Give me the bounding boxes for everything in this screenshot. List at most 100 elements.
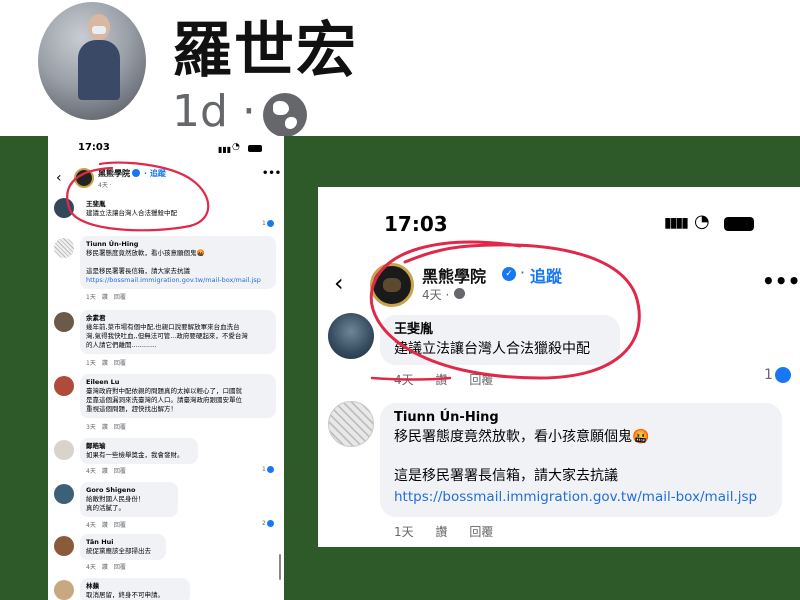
verified-icon: ✓ [502,267,516,281]
commenter-avatar[interactable] [328,401,374,447]
comment-link[interactable]: https://bossmail.immigration.gov.tw/mail… [394,487,768,508]
reaction-number: 1 [764,367,773,383]
comment-text: 是靠這個漏洞來洗臺灣的人口。請臺灣政府跟國安單位 [86,396,242,404]
wifi-icon: ◔ [232,142,240,152]
comment-meta[interactable]: 3天 讚 回覆 [86,422,126,431]
page-time: 4天 · [98,182,112,189]
follow-link[interactable]: 追蹤 [530,263,562,287]
like-icon [266,520,274,527]
commenter-name[interactable]: 王斐胤 [86,200,194,209]
commenter-avatar[interactable] [54,198,74,218]
wifi-icon: ◔ [694,211,710,232]
post-nav: ‹ 黑熊學院 · 追蹤 4天 · ••• [48,166,284,192]
avatar-figure-mask [92,26,106,34]
commenter-name[interactable]: 鄭皓瑜 [86,442,192,451]
status-time: 17:03 [384,212,448,236]
like-button[interactable]: 讚 [435,525,447,539]
commenter-name[interactable]: 王斐胤 [394,321,606,339]
more-icon[interactable]: ••• [762,269,800,293]
comment-age: 4天 [394,373,414,387]
page-name[interactable]: 黑熊學院 [98,168,130,179]
page-name[interactable]: 黑熊學院 [422,263,486,287]
post-time[interactable]: 1d · [172,86,256,137]
comment-text: 這是移民署署長信箱，請大家去抗議 [86,267,190,275]
post-header: 羅世宏 1d · [0,0,800,137]
status-time: 17:03 [78,142,110,153]
comment-text: 取消居留，終身不可申請。 [86,591,164,599]
commenter-name[interactable]: Goro Shigeno [86,486,172,495]
comment-text: 建議立法讓台灣人合法獵殺中配 [86,209,177,217]
reaction-number: 1 [262,220,266,227]
like-icon [774,367,791,383]
comment-text: 灣,氣得我快吐血,,但無法可管...政府要硬起來，不愛台灣 [86,332,248,340]
comment-text: 這是移民署署長信箱，請大家去抗議 [394,468,618,484]
signal-icon: ▮▮▮▮ [664,215,689,231]
page-avatar[interactable] [74,168,94,188]
author-name[interactable]: 羅世宏 [172,2,358,89]
commenter-avatar[interactable] [54,312,74,332]
comment-bubble: Goro Shigeno 給敵對國人民身份！ 真的活膩了。 [80,482,178,517]
commenter-avatar[interactable] [54,484,74,504]
reaction-count[interactable]: 1 [262,220,274,227]
page-avatar[interactable] [370,263,414,307]
commenter-avatar[interactable] [54,238,74,258]
commenter-name[interactable]: Tiunn Ún-Hing [394,409,768,427]
comment-link[interactable]: https://bossmail.immigration.gov.tw/mail… [86,276,270,285]
comment-text: 臺灣政府對中配依親的問題真的太掉以輕心了，口國就 [86,387,242,395]
avatar-figure-body [78,40,120,100]
comment-meta[interactable]: 4天 讚 回覆 [86,466,126,475]
verified-icon [132,169,140,177]
reply-button[interactable]: 回覆 [469,373,493,387]
comment-text: 移民署態度竟然放軟，看小孩意願個鬼🤬 [394,429,650,445]
comment-bubble: 林蘋 取消居留，終身不可申請。 [80,578,190,600]
comment-meta[interactable]: 4天 讚 回覆 [86,520,126,529]
reply-button[interactable]: 回覆 [469,525,493,539]
like-icon [266,466,274,473]
comment-meta[interactable]: 1天 讚 回覆 [86,292,126,301]
back-icon[interactable]: ‹ [56,170,62,186]
page-time: 4天 · [422,288,450,302]
commenter-name[interactable]: 余素君 [86,314,270,323]
comment-bubble: 鄭皓瑜 如果有一些檢舉獎金，我會發財。 [80,438,198,464]
status-bar: 17:03 ▮▮▮ ◔ [48,142,284,156]
reaction-count[interactable]: 1 [764,367,791,383]
left-screenshot: 17:03 ▮▮▮ ◔ ‹ 黑熊學院 · 追蹤 4天 · ••• 王斐胤 建議立… [48,136,284,600]
comment-bubble: 王斐胤 建議立法讓台灣人合法獵殺中配 [80,196,200,222]
reaction-count[interactable]: 1 [262,466,274,473]
globe-icon [263,93,307,137]
scrollbar[interactable] [279,554,281,580]
commenter-avatar[interactable] [54,536,74,556]
commenter-avatar[interactable] [54,440,74,460]
comment-meta[interactable]: 4天 讚 回覆 [86,562,126,571]
like-icon [266,220,274,227]
globe-icon [454,288,465,299]
comment-meta: 4天 讚 回覆 [394,371,511,388]
separator: · [520,263,526,282]
author-avatar[interactable] [38,2,146,120]
right-screenshot: 17:03 ▮▮▮▮ ◔ ‹ 黑熊學院 ✓ · 追蹤 4天 · ••• 王斐胤 … [318,187,800,547]
more-icon[interactable]: ••• [262,168,281,179]
reaction-count[interactable]: 2 [262,520,274,527]
comment-text: 如果有一些檢舉獎金，我會發財。 [86,451,184,459]
commenter-avatar[interactable] [54,376,74,396]
signal-icon: ▮▮▮ [218,145,232,154]
back-icon[interactable]: ‹ [334,269,344,297]
commenter-avatar[interactable] [328,313,374,359]
follow-link[interactable]: · 追蹤 [144,168,166,179]
commenter-name[interactable]: Tân Hui [86,538,160,547]
comment-bubble: Tiunn Ún-Hing 移民署態度竟然放軟，看小孩意願個鬼🤬 這是移民署署長… [380,403,782,517]
comment-bubble: Eileen Lu 臺灣政府對中配依親的問題真的太掉以輕心了，口國就 是靠這個漏… [80,374,276,418]
reaction-number: 2 [262,520,266,527]
battery-icon [248,145,262,152]
commenter-avatar[interactable] [54,580,74,600]
comment-text: 真的活膩了。 [86,504,125,512]
commenter-name[interactable]: Eileen Lu [86,378,270,387]
commenter-name[interactable]: 林蘋 [86,582,184,591]
commenter-name[interactable]: Tiunn Ún-Hing [86,240,270,249]
like-button[interactable]: 讚 [435,373,447,387]
comment-text: 移民署態度竟然放軟，看小孩意願個鬼🤬 [86,249,205,257]
comment-meta: 1天 讚 回覆 [394,523,511,540]
battery-icon [724,217,754,231]
comment-meta[interactable]: 1天 讚 回覆 [86,358,126,367]
